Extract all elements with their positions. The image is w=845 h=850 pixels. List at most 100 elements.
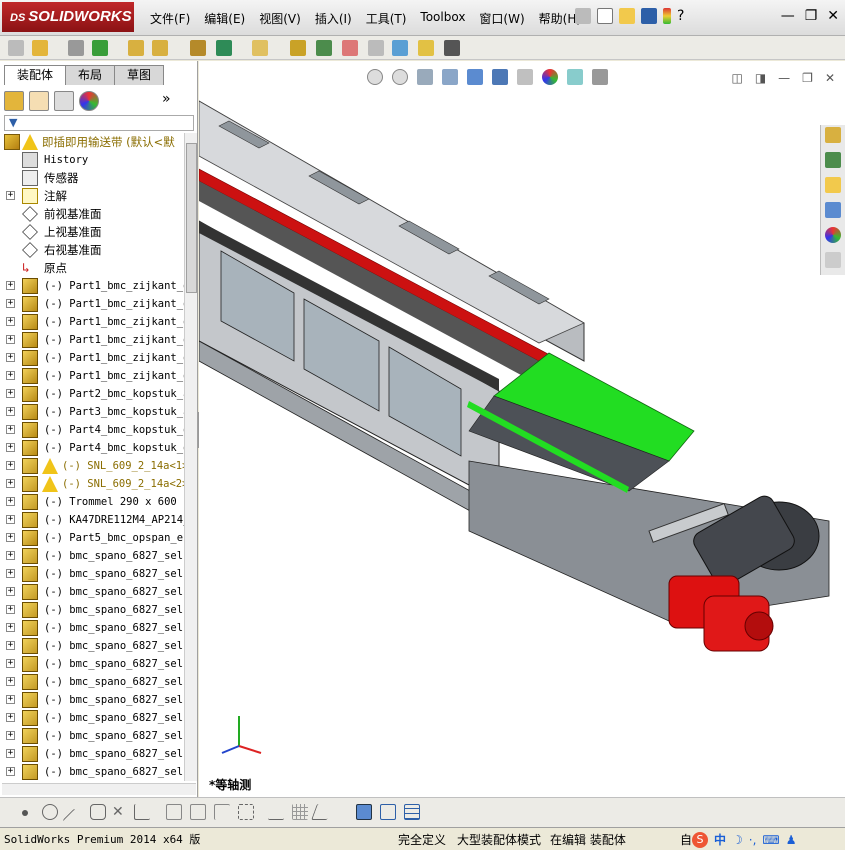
hole-alignment-icon[interactable] [418,40,434,56]
expand-icon[interactable]: + [6,461,15,470]
table-view-icon[interactable] [404,804,420,820]
assembly-features-icon[interactable] [190,40,206,56]
section-view-icon[interactable] [442,69,458,85]
expand-icon[interactable]: + [6,587,15,596]
offset-icon[interactable] [190,804,206,820]
view-settings-icon[interactable] [592,69,608,85]
hide-show-icon[interactable] [152,40,168,56]
moon-icon[interactable]: ☽ [732,833,743,847]
expand-icon[interactable]: + [6,425,15,434]
pin-icon[interactable] [575,8,591,24]
minimize-icon[interactable]: — [781,8,795,24]
expand-icon[interactable]: + [6,299,15,308]
expand-icon[interactable]: + [6,317,15,326]
tree-filter-input[interactable]: ▼ [4,115,194,131]
custom-properties-icon[interactable] [825,252,841,268]
instant3d-icon[interactable] [444,40,460,56]
design-library-icon[interactable] [825,152,841,168]
trim-icon[interactable]: ✕ [112,804,128,820]
expand-icon[interactable]: + [6,731,15,740]
restore-doc-icon[interactable]: ❐ [802,71,813,85]
expand-icon[interactable]: + [6,641,15,650]
expand-icon[interactable]: + [6,623,15,632]
expand-icon[interactable]: + [6,713,15,722]
expand-icon[interactable]: + [6,371,15,380]
menu-file[interactable]: 文件(F) [150,10,190,28]
close-icon[interactable]: ✕ [827,8,839,24]
keyboard-icon[interactable]: ⌨ [762,833,779,847]
expand-icon[interactable]: + [6,353,15,362]
expand-icon[interactable]: + [6,497,15,506]
view-orientation-icon[interactable] [467,69,483,85]
help-question-icon[interactable]: ? [677,8,684,24]
expand-icon[interactable]: + [6,695,15,704]
angle-icon[interactable] [134,804,150,820]
punctuation-icon[interactable]: ·, [749,833,757,847]
new-motion-study-icon[interactable] [252,40,268,56]
menu-edit[interactable]: 编辑(E) [204,10,245,28]
sogou-ime-icon[interactable]: S [692,831,708,848]
insert-component-icon[interactable] [8,40,24,56]
status-custom[interactable]: 自 [680,831,692,848]
minimize-doc-icon[interactable]: — [778,71,790,85]
pattern-icon[interactable] [92,40,108,56]
fillet-icon[interactable] [166,804,182,820]
menu-insert[interactable]: 插入(I) [315,10,352,28]
solidworks-logo[interactable]: DS SOLIDWORKS [2,2,134,32]
interference-icon[interactable] [368,40,384,56]
rectangle-select-icon[interactable] [238,804,254,820]
move-component-icon[interactable] [128,40,144,56]
expand-icon[interactable]: + [6,443,15,452]
corner-icon[interactable] [214,804,230,820]
tree-horizontal-scrollbar[interactable] [2,783,196,795]
clearance-icon[interactable] [392,40,408,56]
circle-icon[interactable] [42,804,58,820]
polygon-icon[interactable] [90,804,106,820]
graphics-area[interactable]: ◫ ◨ — ❐ ✕ *等轴测 [199,61,845,797]
file-explorer-icon[interactable] [825,177,841,193]
display-style-icon[interactable] [492,69,508,85]
dimension-icon[interactable] [268,804,284,820]
isometric-cube-icon[interactable] [356,804,372,820]
rebuild-traffic-light-icon[interactable] [663,8,671,24]
expand-icon[interactable]: + [6,605,15,614]
point-icon[interactable] [22,810,28,816]
menu-window[interactable]: 窗口(W) [479,10,524,28]
chinese-mode-icon[interactable]: 中 [714,831,726,848]
expand-icon[interactable]: + [6,659,15,668]
mate-icon[interactable] [32,40,48,56]
split-vertical-icon[interactable]: ◨ [755,71,766,85]
expand-icon[interactable]: + [6,407,15,416]
exploded-view-icon[interactable] [316,40,332,56]
property-manager-icon[interactable] [29,91,49,111]
expand-icon[interactable]: + [6,191,15,200]
display-manager-icon[interactable] [79,91,99,111]
expand-icon[interactable]: + [6,551,15,560]
save-icon[interactable] [641,8,657,24]
grid-icon[interactable] [292,804,308,820]
expand-icon[interactable]: + [6,767,15,776]
expand-icon[interactable]: + [6,335,15,344]
configuration-manager-icon[interactable] [54,91,74,111]
feature-manager-tree-icon[interactable] [4,91,24,111]
paperclip-icon[interactable] [68,40,84,56]
scrollbar-thumb[interactable] [186,143,197,293]
chevron-right-icon[interactable]: » [162,91,171,113]
expand-icon[interactable]: + [6,569,15,578]
appearances-icon[interactable] [825,227,841,243]
user-icon[interactable]: ♟ [786,833,797,847]
zoom-area-icon[interactable] [392,69,408,85]
front-view-icon[interactable] [380,804,396,820]
home-icon[interactable] [825,127,841,143]
view-palette-icon[interactable] [825,202,841,218]
close-doc-icon[interactable]: ✕ [825,71,835,85]
expand-icon[interactable]: + [6,533,15,542]
reference-geometry-icon[interactable] [216,40,232,56]
expand-icon[interactable]: + [6,749,15,758]
hide-show-items-icon[interactable] [517,69,533,85]
previous-view-icon[interactable] [417,69,433,85]
tab-layout[interactable]: 布局 [65,65,116,85]
restore-icon[interactable]: ❐ [805,8,818,24]
plane-view-icon[interactable] [311,804,333,820]
expand-icon[interactable]: + [6,281,15,290]
